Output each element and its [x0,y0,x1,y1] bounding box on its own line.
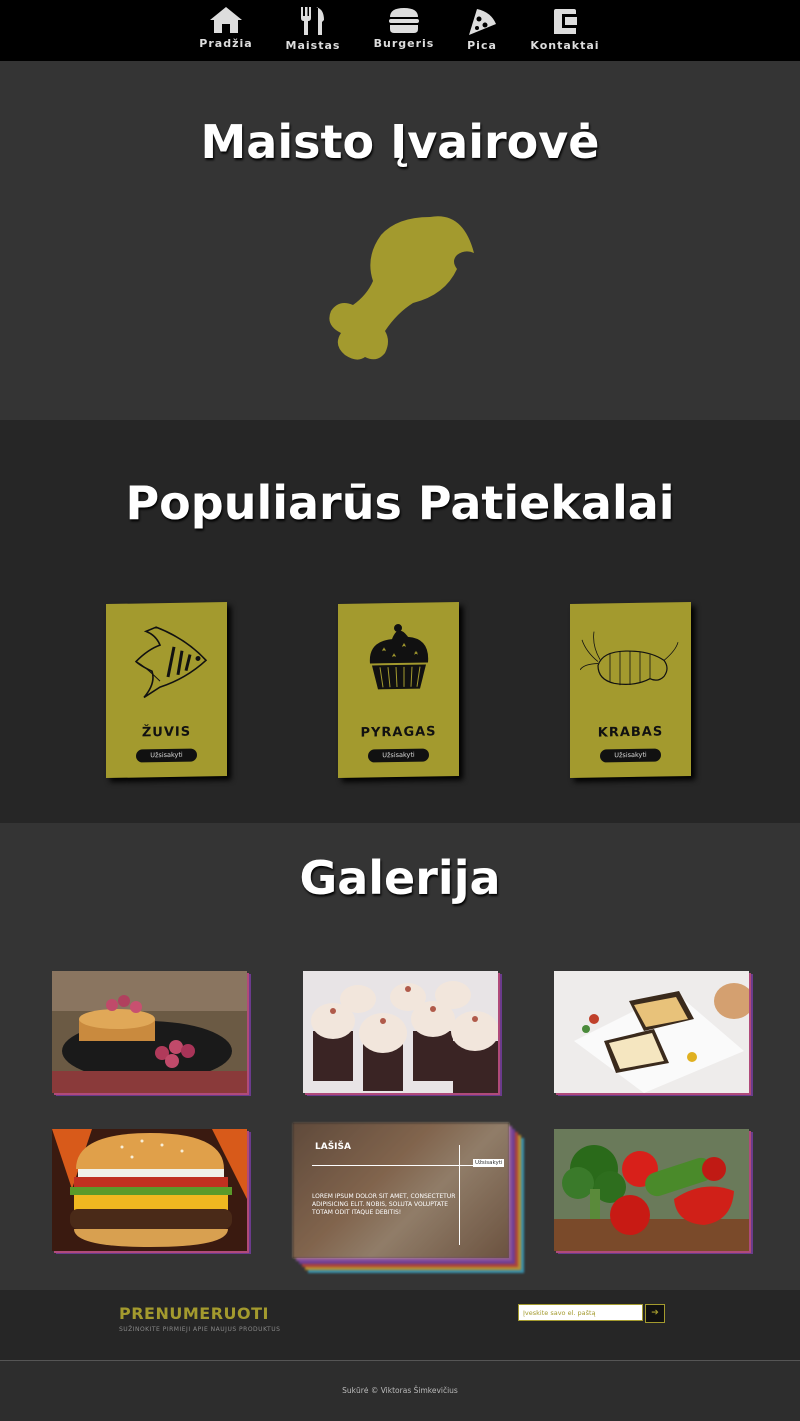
fish-icon [134,626,208,699]
section-title: Populiarūs Patiekalai [125,476,675,530]
gallery-image-pancakes[interactable] [52,971,247,1093]
subscribe-subtitle: SUŽINOKITE PIRMIEJI APIE NAUJUS PRODUKTU… [119,1326,281,1333]
footer: Sukūrė © Viktoras Šimkevičius [0,1360,800,1421]
nav-label: Pica [467,39,497,52]
dish-card-crab: KRABAS Užsisakyti [570,601,691,779]
overlay-text: LOREM IPSUM DOLOR SIT AMET, CONSECTETUR … [312,1193,456,1216]
hero-title: Maisto Įvairovė [200,115,600,169]
gallery-image-vegetables[interactable] [554,1129,749,1251]
cupcake-icon [369,624,429,690]
nav-label: Kontaktai [530,39,600,52]
gallery-section: Galerija LAŠIŠA Užsisakyti LOREM IPSUM D… [0,823,800,1290]
nav-label: Pradžia [199,37,253,50]
dish-name: KRABAS [597,724,664,741]
section-title: Galerija [299,851,501,905]
nav-label: Maistas [285,39,341,52]
gallery-image-burger[interactable] [52,1129,247,1251]
dish-name: PYRAGAS [360,724,437,741]
order-tag[interactable]: Užsisakyti [473,1159,505,1167]
nav-item-food[interactable]: Maistas [268,6,358,52]
order-button[interactable]: Užsisakyti [600,748,661,763]
gallery-image-cupcakes[interactable] [303,971,498,1093]
dish-card-fish: ŽUVIS Užsisakyti [106,601,227,779]
shrimp-icon [580,631,679,686]
subscribe-section: PRENUMERUOTI SUŽINOKITE PIRMIEJI APIE NA… [0,1290,800,1360]
nav-item-home[interactable]: Pradžia [181,6,271,50]
home-icon [210,7,242,33]
gallery-image-salmon[interactable]: LAŠIŠA Užsisakyti LOREM IPSUM DOLOR SIT … [293,1123,509,1258]
nav-label: Burgeris [373,37,435,50]
drumstick-icon [329,216,474,360]
hero-section: Maisto Įvairovė [0,61,800,420]
popular-dishes-section: Populiarūs Patiekalai ŽUVIS Užsisakyti P… [0,420,800,823]
utensils-icon [301,7,324,35]
pizza-icon [469,9,496,35]
dish-card-cake: PYRAGAS Užsisakyti [338,601,459,779]
gallery-image-toast[interactable] [554,971,749,1093]
footer-credit: Sukūrė © Viktoras Šimkevičius [342,1386,458,1395]
subscribe-title: PRENUMERUOTI [119,1304,269,1323]
dish-name: ŽUVIS [141,724,192,741]
arrow-right-icon: ➔ [651,1308,659,1318]
top-navigation: Pradžia Maistas Burgeris Pica Kontaktai [0,0,800,61]
nav-item-pizza[interactable]: Pica [437,6,527,52]
subscribe-submit-button[interactable]: ➔ [645,1304,665,1323]
burger-icon [389,8,419,33]
order-button[interactable]: Užsisakyti [136,748,197,763]
order-button[interactable]: Užsisakyti [368,748,429,763]
email-input[interactable]: Įveskite savo el. paštą [518,1304,643,1321]
overlay-title: LAŠIŠA [315,1142,351,1152]
nav-item-contacts[interactable]: Kontaktai [520,6,610,52]
phone-icon [554,9,577,34]
nav-item-burger[interactable]: Burgeris [359,6,449,50]
